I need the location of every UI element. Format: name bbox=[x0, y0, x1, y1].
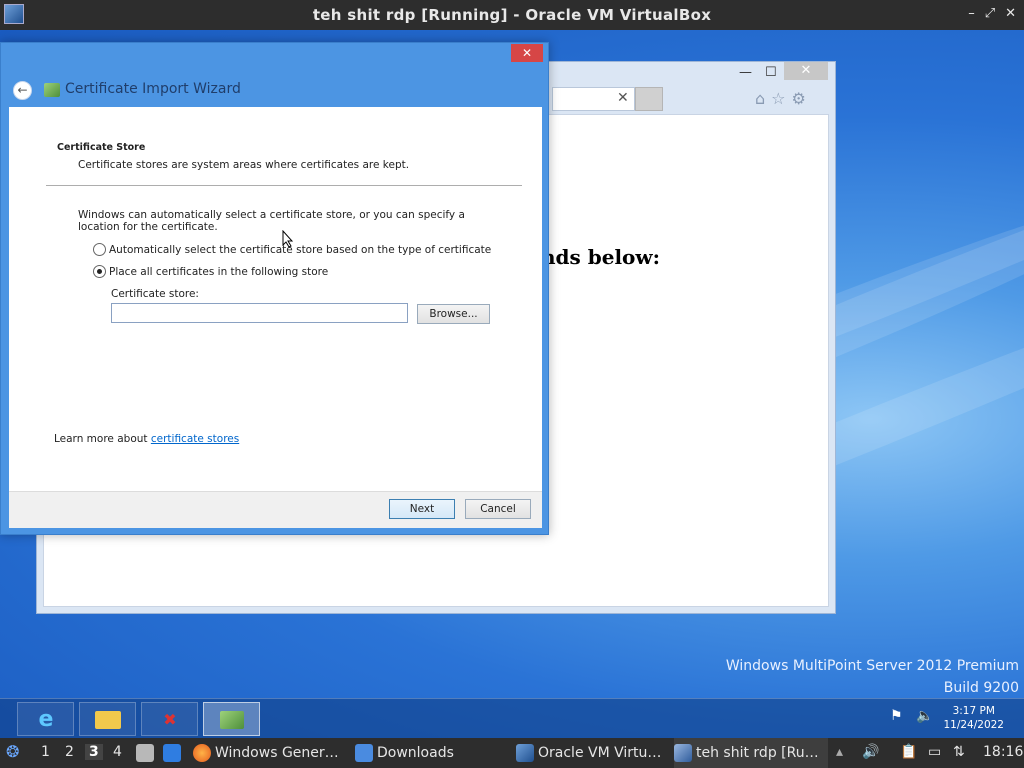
taskbar-item-firefox[interactable]: Windows Gener… bbox=[193, 738, 348, 768]
certificate-import-wizard: ✕ ← Certificate Import Wizard Certificat… bbox=[0, 42, 549, 535]
taskbar-item-virtualbox-manager[interactable]: Oracle VM Virtu… bbox=[516, 738, 668, 768]
network-icon[interactable]: ⚑ bbox=[890, 708, 903, 724]
certificate-error-icon: ✖ bbox=[163, 710, 177, 729]
wizard-footer: Next Cancel bbox=[9, 491, 542, 528]
host-minimize-button[interactable]: – bbox=[968, 6, 975, 21]
host-clock[interactable]: 18:16 bbox=[983, 744, 1023, 760]
browser-minimize-button[interactable]: — bbox=[739, 65, 752, 80]
workspace-4[interactable]: 4 bbox=[113, 744, 122, 760]
certificate-error-taskbar-button[interactable]: ✖ bbox=[141, 702, 198, 736]
taskbar-item-downloads[interactable]: Downloads bbox=[355, 738, 505, 768]
home-icon[interactable]: ⌂ bbox=[755, 89, 765, 108]
wizard-title: Certificate Import Wizard bbox=[65, 81, 241, 97]
host-taskbar: ❂ 1 2 3 4 Windows Gener… Downloads Oracl… bbox=[0, 738, 1024, 768]
branding-line1: Windows MultiPoint Server 2012 Premium bbox=[725, 658, 1019, 674]
workspace-2[interactable]: 2 bbox=[65, 744, 74, 760]
file-explorer-taskbar-button[interactable] bbox=[79, 702, 136, 736]
certificate-store-input[interactable] bbox=[111, 303, 408, 323]
learn-more-prefix: Learn more about bbox=[54, 433, 151, 445]
settings-gear-icon[interactable]: ⚙ bbox=[792, 89, 806, 108]
network-tray-icon[interactable]: ⇅ bbox=[953, 744, 965, 760]
certificate-wizard-taskbar-button[interactable] bbox=[203, 702, 260, 736]
certificate-stores-link[interactable]: certificate stores bbox=[151, 433, 239, 445]
certificate-wizard-icon bbox=[44, 83, 60, 97]
host-maximize-button[interactable]: ⤢ bbox=[985, 6, 995, 21]
firefox-icon bbox=[193, 744, 211, 762]
back-arrow-icon[interactable]: ← bbox=[13, 81, 32, 100]
radio-auto-select[interactable] bbox=[93, 243, 106, 256]
internet-explorer-icon: e bbox=[38, 707, 54, 732]
guest-taskbar: e ✖ ⚑ 🔈 3:17 PM 11/24/2022 bbox=[0, 698, 1024, 738]
folder-icon bbox=[94, 707, 122, 733]
host-close-button[interactable]: ✕ bbox=[1005, 6, 1016, 21]
app-menu-icon[interactable]: ❂ bbox=[6, 742, 19, 761]
cancel-button[interactable]: Cancel bbox=[465, 499, 531, 519]
desktop-launcher-icon[interactable] bbox=[163, 744, 181, 766]
next-button[interactable]: Next bbox=[389, 499, 455, 519]
host-titlebar: teh shit rdp [Running] - Oracle VM Virtu… bbox=[0, 0, 1024, 30]
wizard-close-button[interactable]: ✕ bbox=[511, 44, 543, 62]
radio-place-all-row[interactable]: Place all certificates in the following … bbox=[93, 265, 328, 278]
guest-desktop: — ☐ ✕ ✕ ⌂ ☆ ⚙ nds below: ✕ ← Certificate… bbox=[0, 30, 1024, 738]
address-clear-icon[interactable]: ✕ bbox=[617, 90, 629, 106]
guest-clock-time: 3:17 PM bbox=[952, 705, 995, 717]
guest-clock[interactable]: 3:17 PM 11/24/2022 bbox=[943, 704, 1004, 732]
browse-button[interactable]: Browse... bbox=[417, 304, 490, 324]
new-tab-button[interactable] bbox=[635, 87, 663, 111]
certificate-store-label: Certificate store: bbox=[111, 288, 199, 300]
taskbar-item-rdp-vm[interactable]: teh shit rdp [Ru… bbox=[674, 738, 828, 768]
virtualbox-vm-icon bbox=[674, 744, 692, 762]
mouse-cursor-icon bbox=[282, 230, 294, 248]
volume-icon[interactable]: 🔊 bbox=[862, 744, 879, 760]
folder-icon bbox=[355, 744, 373, 762]
radio-place-all-label[interactable]: Place all certificates in the following … bbox=[109, 266, 328, 278]
branding-line2: Build 9200 bbox=[943, 680, 1019, 696]
speaker-muted-icon[interactable]: 🔈 bbox=[916, 708, 933, 724]
wizard-body: Certificate Store Certificate stores are… bbox=[9, 107, 542, 491]
display-icon[interactable]: ▭ bbox=[928, 744, 941, 760]
file-manager-launcher-icon[interactable] bbox=[136, 744, 154, 766]
section-title: Certificate Store bbox=[57, 142, 146, 153]
tray-up-icon[interactable]: ▴ bbox=[836, 744, 843, 760]
divider bbox=[46, 185, 522, 186]
clipboard-icon[interactable]: 📋 bbox=[900, 744, 917, 760]
radio-place-all[interactable] bbox=[93, 265, 106, 278]
virtualbox-icon bbox=[516, 744, 534, 762]
section-description: Certificate stores are system areas wher… bbox=[78, 159, 410, 171]
workspace-3[interactable]: 3 bbox=[85, 744, 103, 760]
learn-more-text: Learn more about certificate stores bbox=[54, 433, 239, 445]
workspace-1[interactable]: 1 bbox=[41, 744, 50, 760]
host-window-title: teh shit rdp [Running] - Oracle VM Virtu… bbox=[312, 6, 712, 24]
browser-close-button[interactable]: ✕ bbox=[784, 62, 828, 80]
favorites-star-icon[interactable]: ☆ bbox=[771, 89, 785, 108]
internet-explorer-taskbar-button[interactable]: e bbox=[17, 702, 74, 736]
radio-auto-select-label[interactable]: Automatically select the certificate sto… bbox=[109, 244, 491, 256]
guest-clock-date: 11/24/2022 bbox=[943, 719, 1004, 731]
certificate-wizard-icon bbox=[218, 707, 246, 733]
browser-maximize-button[interactable]: ☐ bbox=[765, 65, 777, 80]
page-heading-fragment: nds below: bbox=[541, 245, 660, 269]
